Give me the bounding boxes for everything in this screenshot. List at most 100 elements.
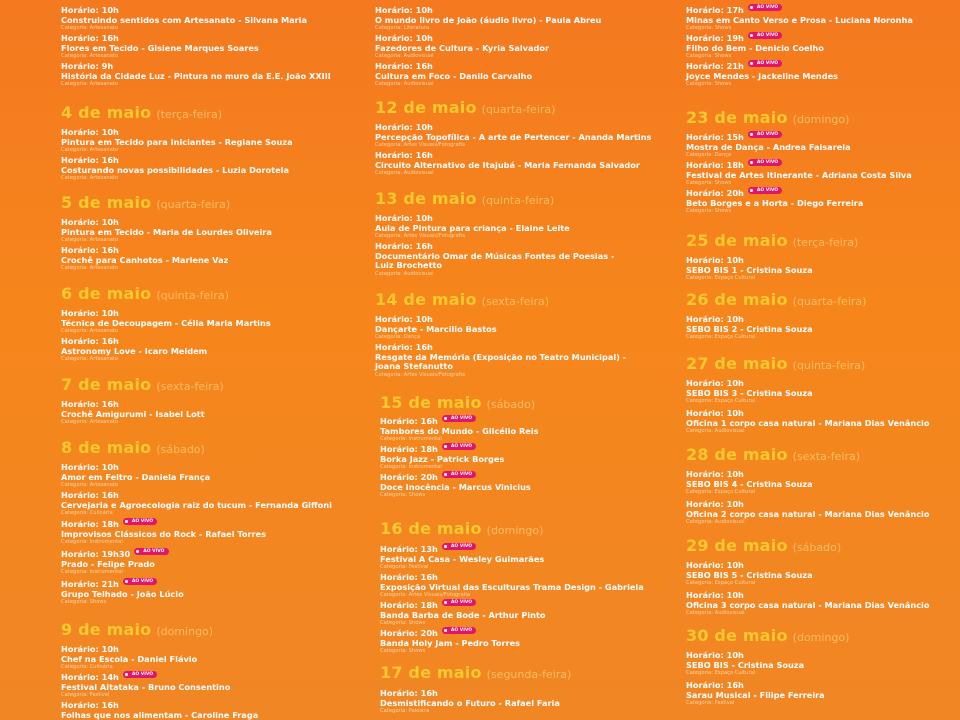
event-title: Construindo sentidos com Artesanato - Si… (61, 14, 307, 25)
live-badge: AO VIVO (441, 543, 477, 550)
day-date: 13 de maio (375, 189, 477, 208)
day-heading: 8 de maio (sábado) (61, 438, 205, 457)
day-date: 4 de maio (61, 103, 152, 122)
event-title: Cervejaria e Agroecologia raiz do tucum … (61, 499, 332, 510)
event-category: Categoria: Espaço Cultural (686, 489, 756, 495)
event-item: Horário: 10h Pintura em Tecido - Maria de… (61, 215, 272, 244)
day-date: 17 de maio (380, 663, 482, 682)
event-item: Horário: 10h Oficina 3 corpo casa natural… (686, 588, 930, 617)
event-category: Categoria: Espaço Cultural (686, 580, 756, 586)
event-title: Fazedores de Cultura - Kyria Salvador (375, 42, 550, 53)
day-weekday: (terça-feira) (156, 108, 222, 121)
event-category: Categoria: Instrumental (61, 539, 123, 545)
day-date: 12 de maio (375, 98, 477, 117)
event-category: Categoria: Audiovisual (375, 270, 434, 277)
day-heading: 9 de maio (domingo) (61, 620, 213, 639)
day-weekday: (quinta-feira) (481, 194, 555, 207)
event-title: Oficina 2 corpo casa natural - Mariana D… (686, 508, 930, 519)
day-heading: 15 de maio (sábado) (380, 393, 535, 412)
event-category: Categoria: Shows (686, 208, 732, 214)
event-category: Categoria: Audiovisual (375, 170, 434, 176)
event-item: Horário: 10h Oficina 2 corpo casa natural… (686, 497, 930, 526)
day-date: 30 de maio (686, 626, 788, 645)
event-category: Categoria: Culinária (61, 510, 113, 516)
day-weekday: (domingo) (156, 625, 214, 638)
day-weekday: (terça-feira) (792, 236, 859, 249)
event-title: Percepção Topofílica - A arte de Pertenc… (375, 131, 652, 142)
day-weekday: (sexta-feira) (481, 295, 550, 308)
day-heading: 26 de maio (quarta-feira) (686, 290, 866, 309)
event-title: SEBO BIS 2 - Cristina Souza (686, 323, 813, 334)
day-heading: 5 de maio (quarta-feira) (61, 193, 230, 212)
event-item: Horário: 16h Astronomy Love - Icaro Melde… (61, 334, 207, 363)
event-title: Técnica de Decoupagem - Célia Maria Mart… (61, 317, 271, 328)
event-item: Horário: 19h AO VIVO Filho do Bem - Denici… (686, 31, 824, 60)
event-category: Categoria: Palestra (380, 708, 430, 714)
event-item: Horário: 10h SEBO BIS 4 - Cristina Souza C… (686, 467, 813, 496)
day-heading: 28 de maio (sexta-feira) (686, 445, 860, 464)
event-item: Horário: 19h30 AO VIVO Prado - Felipe Prad… (61, 547, 169, 576)
day-date: 7 de maio (61, 375, 152, 394)
event-title: Crochê Amigurumi - Isabel Lott (61, 408, 205, 419)
event-title: Crochê para Canhotos - Marlene Vaz (61, 254, 229, 265)
live-badge: AO VIVO (747, 131, 783, 138)
event-item: Horário: 10h O mundo livro de João (áudio… (375, 3, 601, 32)
day-weekday: (sexta-feira) (156, 380, 224, 393)
event-item: Horário: 16h Circuito Alternativo de Itaj… (375, 148, 640, 177)
event-item: Horário: 16h Desmistificando o Futuro - R… (380, 686, 560, 715)
event-item: Horário: 10h Pintura em Tecido para Inici… (61, 125, 293, 154)
event-title: SEBO BIS 5 - Cristina Souza (686, 569, 813, 580)
live-badge: AO VIVO (441, 471, 477, 478)
event-item: Horário: 16h Cervejaria e Agroecologia ra… (61, 488, 332, 517)
event-item: Horário: 21h AO VIVO Grupo Telhado - João … (61, 577, 184, 606)
event-category: Categoria: Festival (686, 700, 735, 706)
day-date: 28 de maio (686, 445, 788, 464)
event-category: Categoria: Shows (380, 492, 426, 498)
event-category: Categoria: Artesanato (61, 419, 119, 425)
event-title: Flores em Tecido - Gisiene Marques Soare… (61, 42, 259, 53)
day-weekday: (quarta-feira) (792, 295, 867, 308)
day-heading: 30 de maio (domingo) (686, 626, 849, 645)
event-item: Horário: 10h Aula de Pintura para criança… (375, 211, 570, 240)
event-title: Astronomy Love - Icaro Meldem (61, 345, 208, 356)
event-item: Horário: 20h AO VIVO Banda Holy Jam - Pedr… (380, 626, 520, 655)
event-item: Horário: 18h AO VIVO Festival de Artes Iti… (686, 158, 912, 187)
event-title: SEBO BIS 4 - Cristina Souza (686, 478, 813, 489)
event-title: Prado - Felipe Prado (61, 558, 155, 569)
live-badge: AO VIVO (747, 4, 783, 11)
event-title: Amor em Feltro - Daniela França (61, 471, 211, 482)
event-title: Joyce Mendes - Jackeline Mendes (686, 70, 839, 81)
event-title: Dançarte - Marcilio Bastos (375, 323, 497, 334)
day-heading: 16 de maio (domingo) (380, 519, 543, 538)
day-date: 8 de maio (61, 438, 152, 457)
live-badge: AO VIVO (441, 599, 477, 606)
day-date: 14 de maio (375, 290, 477, 309)
day-date: 27 de maio (686, 354, 788, 373)
event-title: Oficina 1 corpo casa natural - Mariana D… (686, 417, 930, 428)
event-title: Mostra de Dança - Andrea Faisarela (686, 141, 851, 152)
day-weekday: (domingo) (792, 113, 850, 126)
event-category: Categoria: Shows (380, 648, 426, 654)
event-title: Beto Borges e a Horta - Diego Ferreira (686, 197, 864, 208)
event-item: Horário: 17h AO VIVO Minas em Canto Verso … (686, 3, 913, 32)
event-category: Categoria: Artesanato (61, 175, 119, 181)
live-badge: AO VIVO (441, 443, 477, 450)
event-title: Minas em Canto Verso e Prosa - Luciana N… (686, 14, 913, 25)
live-badge: AO VIVO (747, 159, 783, 166)
event-item: Horário: 10h Dançarte - Marcilio Bastos Ca… (375, 312, 497, 341)
event-item: Horário: 16h Flores em Tecido - Gisiene M… (61, 31, 259, 60)
day-heading: 12 de maio (quarta-feira) (375, 98, 555, 117)
event-item: Horário: 9h História da Cidade Luz - Pint… (61, 59, 331, 88)
event-item: Horário: 10h SEBO BIS 3 - Cristina Souza C… (686, 376, 813, 405)
event-title: História da Cidade Luz - Pintura no muro… (61, 70, 331, 81)
event-title: Borka Jazz - Patrick Borges (380, 453, 505, 464)
event-title: Improvisos Clássicos do Rock - Rafael To… (61, 528, 266, 539)
event-item: Horário: 16h Crochê para Canhotos - Marle… (61, 243, 228, 272)
event-item: Horário: 18h AO VIVO Borka Jazz - Patrick … (380, 442, 504, 471)
event-title: Grupo Telhado - João Lúcio (61, 588, 184, 599)
event-item: Horário: 16h Folhas que nos alimentam - C… (61, 698, 258, 720)
event-item: Horário: 16h Crochê Amigurumi - Isabel Lo… (61, 397, 205, 426)
event-category: Categoria: Shows (686, 81, 732, 87)
event-title-continued: Joana Stefanutto (375, 361, 453, 371)
day-heading: 17 de maio (segunda-feira) (380, 663, 571, 682)
